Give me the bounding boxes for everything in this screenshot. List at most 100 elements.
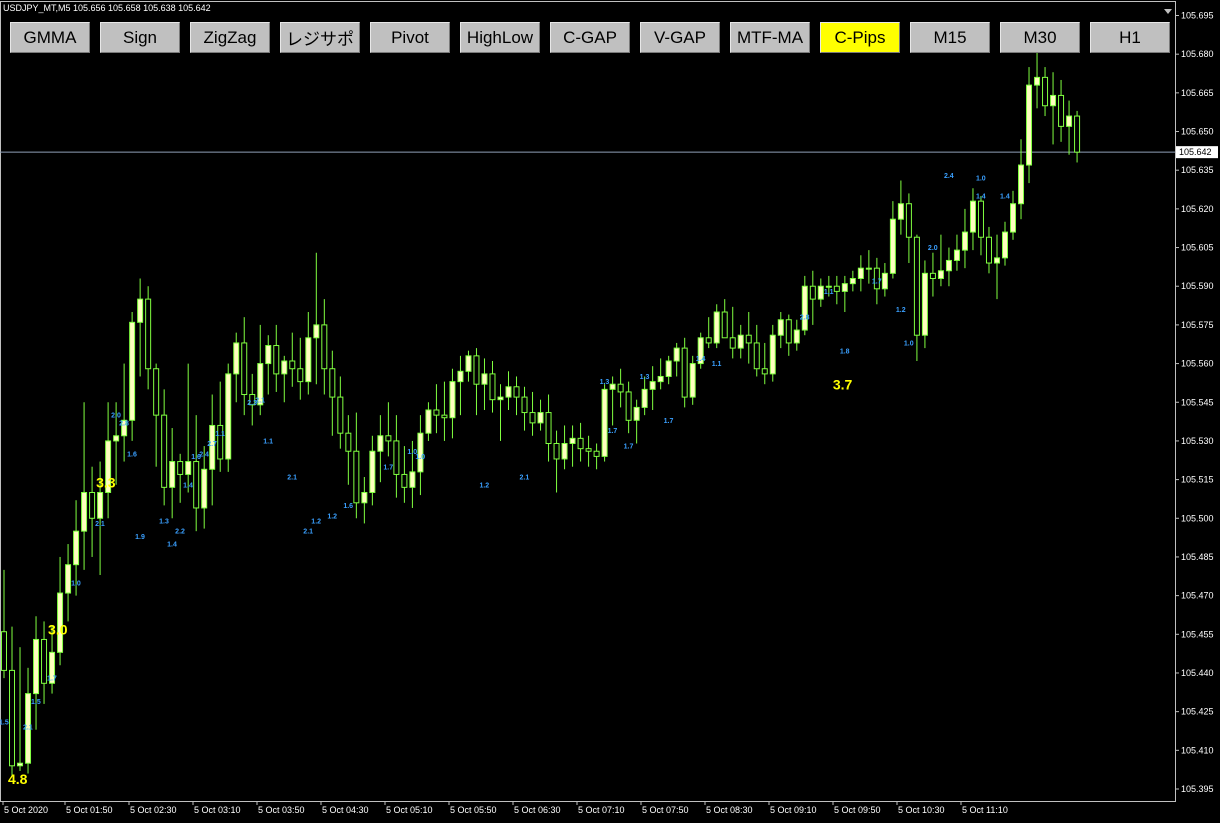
x-tick-label: 5 Oct 05:10 [386,805,433,815]
candle [241,317,248,416]
x-tick-label: 5 Oct 04:30 [322,805,369,815]
candle-body [129,321,136,421]
regisapo-button[interactable]: レジサポ [280,22,360,53]
candle-body [265,345,272,365]
pips-label: 2.1 [95,521,105,528]
candle-body [993,257,1000,264]
candle-body [361,491,368,504]
c-gap-button[interactable]: C-GAP [550,22,630,53]
candle [937,234,944,287]
candle-body [897,203,904,220]
candlestick-chart[interactable]: 105.695 105.680 105.665 105.650 105.635 105.6… [0,0,1220,823]
candle-body [481,373,488,385]
m15-button[interactable]: M15 [910,22,990,53]
candle-body [657,375,664,383]
candle-body [721,311,728,339]
gmma-button[interactable]: GMMA [10,22,90,53]
pips-label: 2.4 [199,451,209,458]
pips-big-label: 3.7 [833,376,853,392]
candle-body [137,298,144,323]
current-price-label: 105.642 [1179,147,1212,157]
candle [945,247,952,287]
mtf-ma-button[interactable]: MTF-MA [730,22,810,53]
chart-area[interactable]: 105.695 105.680 105.665 105.650 105.635 105.6… [0,0,1220,823]
candle [81,402,88,570]
candle [129,312,136,441]
candle-body [297,368,304,383]
candle [849,270,856,292]
pips-label: 1.5 [31,699,41,706]
candle [737,324,744,359]
highlow-button[interactable]: HighLow [460,22,540,53]
candle-body [1010,203,1017,233]
candle-body [761,368,768,375]
sign-button[interactable]: Sign [100,22,180,53]
candle [625,381,632,434]
candle [689,355,696,405]
candle-body [809,285,816,300]
candle-body [753,342,760,370]
pips-label: 1.8 [840,348,850,355]
candle-body [9,669,16,767]
candle-body [281,360,288,375]
pips-label: 1.7 [664,418,674,425]
y-tick-label: 105.635 [1181,165,1214,175]
candle-body [1018,164,1025,205]
candle-body [905,203,912,238]
y-tick-label: 105.395 [1181,784,1214,794]
candle-body [193,461,200,509]
pivot-button[interactable]: Pivot [370,22,450,53]
candle [441,381,448,441]
zigzag-button[interactable]: ZigZag [190,22,270,53]
candle-body [273,345,280,375]
y-tick-label: 105.665 [1181,88,1214,98]
candle [57,556,64,666]
y-tick-label: 105.410 [1181,745,1214,755]
candle-body [65,564,72,594]
pips-label: 2.0 [928,245,938,252]
candle [921,260,928,349]
y-tick-label: 105.695 [1181,11,1214,21]
candle [377,415,384,483]
candle [713,304,720,349]
candle [729,306,736,359]
candle-body [625,391,632,421]
pips-label: 1.2 [327,513,337,520]
candle-body [73,530,80,566]
candle-body [393,440,400,475]
y-tick-label: 105.425 [1181,707,1214,717]
m30-button[interactable]: M30 [1000,22,1080,53]
candle-body [345,432,352,452]
pips-label: 1.1 [712,361,722,368]
candle-body [537,412,544,424]
y-tick-label: 105.620 [1181,204,1214,214]
candle [777,312,784,349]
candle [1050,72,1057,145]
candle-body [713,311,720,344]
candle [553,430,560,493]
candle-body [489,373,496,401]
pips-label: 2.1 [520,475,530,482]
y-tick-label: 105.500 [1181,513,1214,523]
v-gap-button[interactable]: V-GAP [640,22,720,53]
candle-body [521,396,528,414]
candle [593,443,600,470]
c-pips-button[interactable]: C-Pips [820,22,900,53]
candle-body [89,491,96,519]
pips-label: 1.4 [1000,194,1010,201]
candle [1,569,7,679]
candle [33,616,40,730]
pips-label: 1.7 [383,464,393,471]
pips-label: 1.1 [824,289,834,296]
candle [393,415,400,498]
candle [185,363,192,493]
candle [273,324,280,392]
candle [433,384,440,434]
y-tick-label: 105.560 [1181,359,1214,369]
candle-body [305,337,312,383]
candle [985,226,992,274]
h1-button[interactable]: H1 [1090,22,1170,53]
candle [401,446,408,503]
candle-body [33,638,40,695]
candle-body [785,319,792,344]
